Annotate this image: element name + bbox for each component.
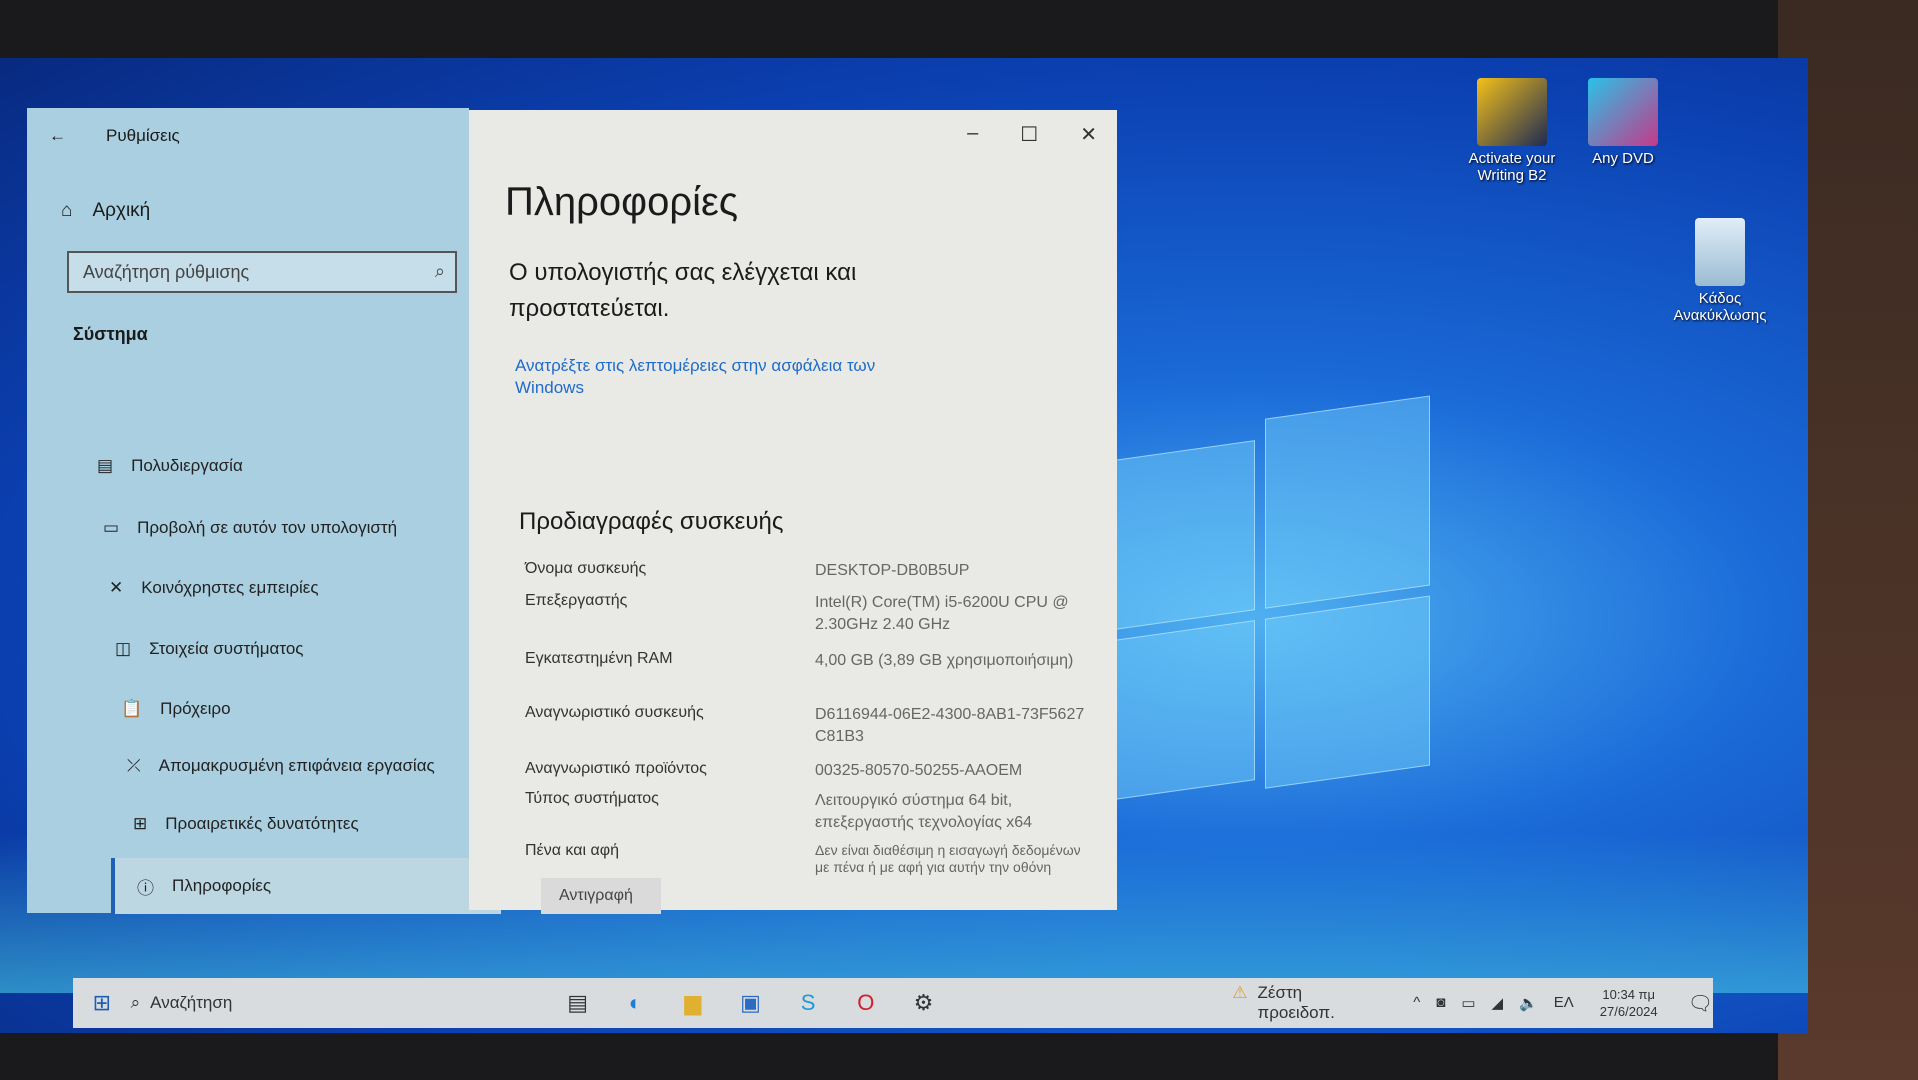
battery-icon[interactable]: ▭ [1461,994,1475,1012]
store-icon[interactable]: ▣ [722,990,780,1016]
spec-row: Επεξεργαστής Intel(R) Core(TM) i5-6200U C… [525,592,1069,633]
desktop: Activate your Writing B2 Any DVD Κάδος Α… [0,58,1808,1033]
settings-sidebar: ← Ρυθμίσεις ⌂ Αρχική Αναζήτηση ρύθμισης ⌕ Σ… [27,108,501,914]
search-icon: ⌕ [130,993,141,1012]
clock[interactable]: 10:34 πμ 27/6/2024 [1600,986,1658,1020]
task-view-icon[interactable]: ▤ [549,990,607,1016]
back-arrow-icon[interactable]: ← [49,126,66,146]
security-details-link[interactable]: Ανατρέξτε στις λεπτομέρειες στην ασφάλει… [515,355,935,399]
nav-projecting[interactable]: ▭ Προβολή σε αυτόν τον υπολογιστή [103,518,397,538]
desktop-icon-any-dvd[interactable]: Any DVD [1563,78,1683,167]
settings-search-input[interactable]: Αναζήτηση ρύθμισης ⌕ [67,251,457,293]
recycle-bin-icon [1695,218,1745,286]
meet-icon[interactable]: ◙ [1436,994,1445,1012]
windows-logo-wallpaper [1110,395,1430,821]
protection-status: Ο υπολογιστής σας ελέγχεται και προστατε… [509,259,857,322]
specs-heading: Προδιαγραφές συσκευής [519,508,784,535]
nav-home[interactable]: ⌂ Αρχική [61,200,150,222]
nav-remote-desktop[interactable]: ⤫ Απομακρυσμένη επιφάνεια εργασίας [127,756,435,776]
spec-row: Όνομα συσκευής DESKTOP-DB0B5UP [525,560,970,579]
section-heading: Σύστημα [73,324,148,344]
remote-icon: ⤫ [127,756,141,775]
spec-row: Τύπος συστήματος Λειτουργικό σύστημα 64 b… [525,790,1033,831]
settings-window: ← Ρυθμίσεις ⌂ Αρχική Αναζήτηση ρύθμισης ⌕ Σ… [27,108,1117,914]
language-indicator[interactable]: ΕΛ [1554,994,1574,1012]
start-button[interactable]: ⊞ [73,990,131,1016]
desktop-icon-activate-writing[interactable]: Activate your Writing B2 [1452,78,1572,184]
notifications-icon[interactable]: 🗨 [1688,991,1713,1016]
nav-clipboard[interactable]: 📋 Πρόχειρο [121,699,231,719]
edge-icon[interactable]: ◐ [606,990,664,1016]
weather-widget[interactable]: ⚠ Ζέστη προειδοπ. [1232,983,1383,1023]
projector-icon: ▭ [103,518,120,537]
page-title: Πληροφορίες [505,180,739,224]
nav-system-components[interactable]: ◫ Στοιχεία συστήματος [115,639,304,659]
spec-row: Εγκατεστημένη RAM 4,00 GB (3,89 GB χρησιμ… [525,650,1074,669]
file-explorer-icon[interactable]: ▆ [664,990,722,1016]
shared-icon: ✕ [109,578,124,597]
features-icon: ⊞ [133,814,148,833]
dvd-icon [1588,78,1658,146]
spec-row: Αναγνωριστικό συσκευής D6116944-06E2-4300… [525,704,1085,745]
desktop-icon-recycle-bin[interactable]: Κάδος Ανακύκλωσης [1660,218,1780,324]
system-tray: ^ ◙ ▭ ◢ 🔈 ΕΛ [1413,994,1574,1012]
close-button[interactable]: ✕ [1080,122,1097,147]
taskbar: ⊞ ⌕ Αναζήτηση ▤ ◐ ▆ ▣ S O ⚙ ⚠ Ζέστη προειδ… [73,978,1713,1028]
home-icon: ⌂ [61,200,73,221]
spec-row: Αναγνωριστικό προϊόντος 00325-80570-50255… [525,760,1023,779]
nav-shared-experiences[interactable]: ✕ Κοινόχρηστες εμπειρίες [109,578,319,598]
chevron-up-icon[interactable]: ^ [1413,994,1420,1012]
nav-about[interactable]: ⓘ Πληροφορίες [111,858,501,914]
taskbar-search[interactable]: ⌕ Αναζήτηση [131,993,429,1013]
clipboard-icon: 📋 [121,699,143,718]
nav-optional-features[interactable]: ⊞ Προαιρετικές δυνατότητες [133,814,359,834]
warning-icon: ⚠ [1232,983,1248,1002]
wifi-icon[interactable]: ◢ [1492,994,1504,1012]
spec-row: Πένα και αφή Δεν είναι διαθέσιμη η εισαγω… [525,842,1081,875]
multitasking-icon: ▤ [97,456,114,475]
copy-button[interactable]: Αντιγραφή [541,878,661,914]
nav-multitasking[interactable]: ▤ Πολυδιεργασία [97,456,243,476]
search-icon: ⌕ [434,261,445,281]
settings-gear-icon[interactable]: ⚙ [895,990,953,1016]
volume-icon[interactable]: 🔈 [1519,994,1538,1012]
maximize-button[interactable]: ☐ [1020,122,1038,147]
minimize-button[interactable]: – [967,122,978,147]
components-icon: ◫ [115,639,132,658]
skype-icon[interactable]: S [779,990,837,1016]
about-content: – ☐ ✕ Πληροφορίες Ο υπολογιστής σας ελέγχε… [469,110,1117,914]
opera-icon[interactable]: O [837,990,895,1016]
info-icon: ⓘ [137,878,154,898]
app-icon [1477,78,1547,146]
window-title: Ρυθμίσεις [106,126,180,145]
